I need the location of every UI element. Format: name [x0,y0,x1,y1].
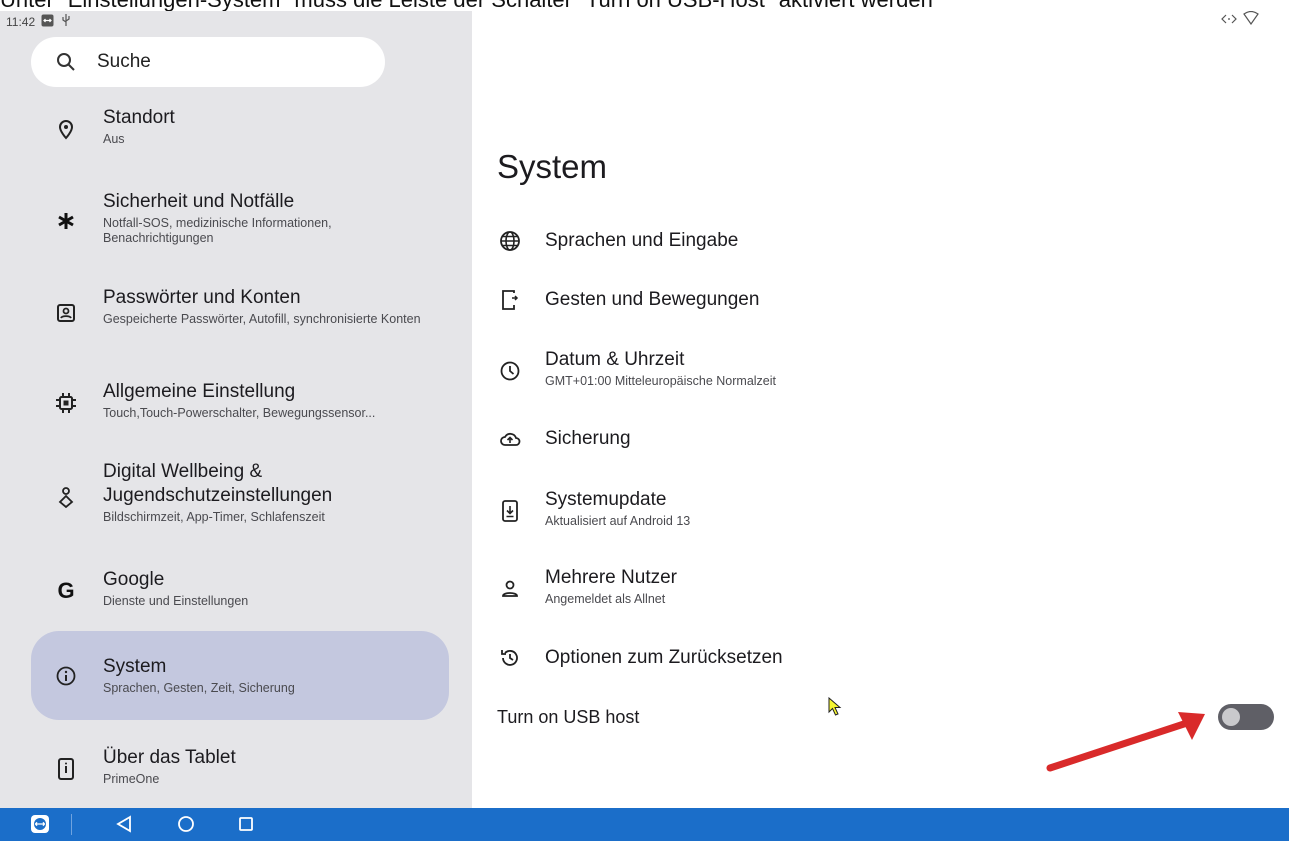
search-bar[interactable]: Suche [31,37,385,87]
system-settings-panel [472,11,1289,808]
sidebar-item-title: Allgemeine Einstellung [103,381,296,402]
cloud-upload-icon [497,426,523,452]
sidebar-item-subtitle: Sprachen, Gesten, Zeit, Sicherung [103,681,295,695]
system-item-zuruecksetzen[interactable]: Optionen zum Zurücksetzen [497,645,1197,675]
chip-icon [53,390,79,416]
sidebar-item-title: Passwörter und Konten [103,287,301,308]
sidebar-item-subtitle: Dienste und Einstellungen [103,594,249,608]
annotation-arrow-icon [1046,712,1205,772]
sidebar-item-title: Sicherheit und Notfälle [103,191,295,212]
system-item-title: Mehrere Nutzer [545,567,677,588]
sidebar-item-google[interactable]: G Google Dienste und Einstellungen [31,566,449,622]
sidebar-item-system[interactable]: System Sprachen, Gesten, Zeit, Sicherung [31,631,449,720]
sidebar-item-passwoerter[interactable]: Passwörter und Konten Gespeicherte Passw… [31,284,449,354]
sidebar-item-subtitle: Touch,Touch-Powerschalter, Bewegungssens… [103,406,376,420]
person-icon [497,576,523,602]
search-icon [55,51,77,73]
status-time: 11:42 [6,14,36,29]
sidebar-item-title: System [103,656,167,677]
system-item-datum-uhrzeit[interactable]: Datum & Uhrzeit GMT+01:00 Mitteleuropäis… [497,348,1197,394]
recents-icon[interactable] [234,812,258,836]
home-icon[interactable] [174,812,198,836]
system-item-title: Sprachen und Eingabe [545,230,739,251]
sidebar-item-title: Über das Tablet [103,747,236,768]
status-bar: 11:42 [0,10,1289,33]
system-item-title: Optionen zum Zurücksetzen [545,647,783,668]
tablet-icon [53,756,79,782]
system-item-systemupdate[interactable]: Systemupdate Aktualisiert auf Android 13 [497,488,1197,534]
system-item-mehrere-nutzer[interactable]: Mehrere Nutzer Angemeldet als Allnet [497,566,1197,612]
system-item-subtitle: Aktualisiert auf Android 13 [545,514,691,528]
page-title: System [497,148,608,185]
asterisk-icon [53,208,79,234]
toggle-knob [1222,708,1240,726]
teamviewer-icon[interactable] [28,812,52,836]
system-item-title: Datum & Uhrzeit [545,349,685,370]
sidebar-item-ueber-das-tablet[interactable]: Über das Tablet PrimeOne [31,744,449,800]
sidebar-item-subtitle: Bildschirmzeit, App-Timer, Schlafenszeit [103,510,325,524]
gesture-phone-icon [497,287,523,313]
search-placeholder: Suche [97,51,151,72]
system-item-title: Gesten und Bewegungen [545,289,760,310]
wellbeing-icon [53,484,79,510]
globe-icon [497,228,523,254]
usb-icon [60,13,72,30]
system-update-icon [497,498,523,524]
usb-host-label: Turn on USB host [497,707,640,727]
system-item-subtitle: Angemeldet als Allnet [545,592,666,606]
system-item-subtitle: GMT+01:00 Mitteleuropäische Normalzeit [545,374,776,388]
sidebar-item-title: Standort [103,107,175,128]
sidebar-item-standort[interactable]: Standort Aus [31,104,449,164]
instruction-caption: Unter "Einstellungen-System" muss die Le… [0,0,1289,11]
system-item-sprachen[interactable]: Sprachen und Eingabe [497,228,1197,258]
sidebar-item-title: Google [103,569,165,590]
account-box-icon [53,300,79,326]
navigation-bar [0,808,1289,841]
sidebar-item-title: Digital Wellbeing & Jugendschutzeinstell… [103,461,333,506]
back-icon[interactable] [112,812,136,836]
sidebar-item-subtitle: PrimeOne [103,772,160,786]
sidebar-item-allgemeine-einstellung[interactable]: Allgemeine Einstellung Touch,Touch-Power… [31,378,449,434]
wifi-icon [1243,10,1259,30]
sidebar-item-sicherheit[interactable]: Sicherheit und Notfälle Notfall-SOS, med… [31,188,449,258]
sidebar-item-subtitle: Gespeicherte Passwörter, Autofill, synch… [103,312,421,326]
sidebar-item-subtitle: Aus [103,132,125,146]
google-icon: G [57,578,75,603]
nearby-icon [1221,12,1237,30]
system-item-title: Sicherung [545,428,631,449]
sidebar-item-subtitle: Notfall-SOS, medizinische Informationen,… [103,216,332,245]
system-item-title: Systemupdate [545,489,667,510]
history-icon [497,645,523,671]
sidebar-item-digital-wellbeing[interactable]: Digital Wellbeing & Jugendschutzeinstell… [31,458,449,534]
teamviewer-icon [41,14,54,30]
location-icon [53,116,79,142]
mouse-cursor-icon [828,697,842,716]
usb-host-toggle[interactable] [1218,704,1274,730]
info-icon [53,663,79,689]
system-item-sicherung[interactable]: Sicherung [497,426,1197,456]
system-item-gesten[interactable]: Gesten und Bewegungen [497,287,1197,317]
clock-icon [497,358,523,384]
navbar-separator [71,814,72,835]
